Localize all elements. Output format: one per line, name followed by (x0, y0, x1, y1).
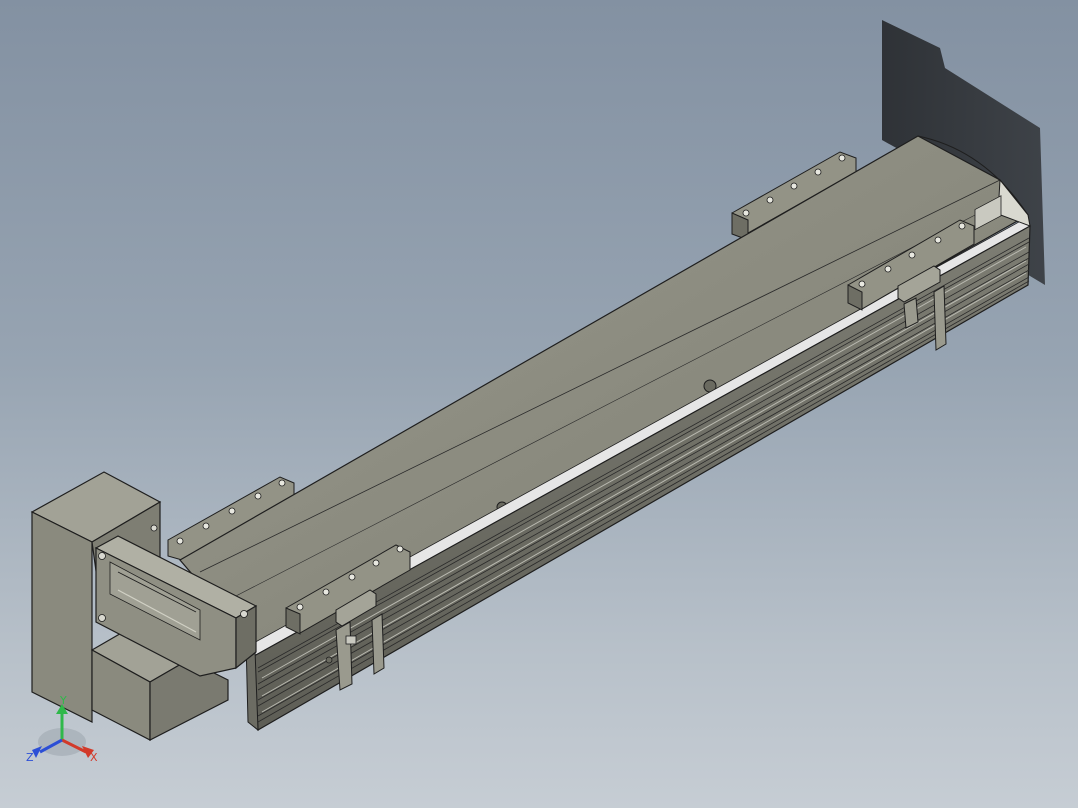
x-axis-label: X (90, 751, 98, 764)
linear-actuator-model[interactable] (0, 0, 1078, 808)
z-axis-label: Z (26, 751, 34, 764)
orientation-triad[interactable]: Y X Z (22, 690, 112, 770)
3d-viewport[interactable]: Y X Z (0, 0, 1078, 808)
y-axis-label: Y (59, 694, 67, 707)
actuator-top-surface[interactable] (179, 135, 1029, 651)
